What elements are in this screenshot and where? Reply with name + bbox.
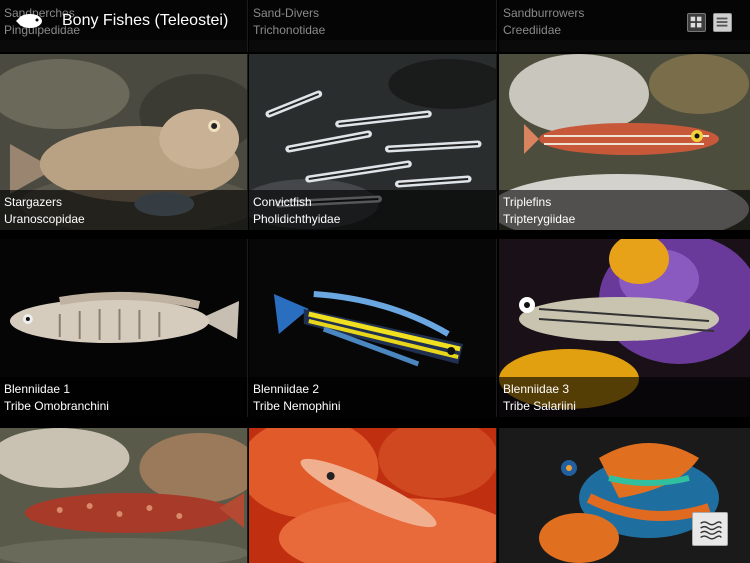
tile-caption: Blenniidae 2 Tribe Nemophini [249, 377, 496, 417]
grid-tile-triplefins[interactable]: Triplefins Tripterygiidae [499, 54, 750, 230]
grid-tile-blenniidae-2[interactable]: Blenniidae 2 Tribe Nemophini [249, 239, 497, 417]
tile-caption: Blenniidae 3 Tribe Salariini [499, 377, 750, 417]
tile-family: Pholidichthyidae [253, 212, 341, 226]
grid-tile-blenniidae-3[interactable]: Blenniidae 3 Tribe Salariini [499, 239, 750, 417]
waves-icon [700, 521, 722, 540]
orange-goby-photo [249, 428, 496, 563]
tile-caption: Triplefins Tripterygiidae [499, 190, 750, 230]
habitat-toggle-button[interactable] [692, 512, 728, 546]
fish-logo-icon [16, 14, 42, 28]
spotted-red-fish-photo [0, 428, 247, 563]
tile-family: Uranoscopidae [4, 212, 85, 226]
grid-tile-convictfish[interactable]: Convictfish Pholidichthyidae [249, 54, 497, 230]
grid-view-button[interactable] [687, 13, 706, 32]
tile-name: Convictfish [253, 195, 312, 209]
grid-tile-stargazers[interactable]: Stargazers Uranoscopidae [0, 54, 248, 230]
tile-family: Tripterygiidae [503, 212, 576, 226]
tile-family: Tribe Nemophini [253, 399, 341, 413]
tile-name: Stargazers [4, 195, 63, 209]
grid-tile-bottom-1[interactable] [0, 428, 248, 563]
tile-family: Tribe Salariini [503, 399, 576, 413]
tile-name: Blenniidae 2 [253, 382, 320, 396]
grid-tile-blenniidae-1[interactable]: Blenniidae 1 Tribe Omobranchini [0, 239, 248, 417]
app-title: Bony Fishes (Teleostei) [62, 12, 229, 29]
tile-name: Blenniidae 1 [4, 382, 71, 396]
tile-name: Triplefins [503, 195, 552, 209]
tile-caption: Stargazers Uranoscopidae [0, 190, 247, 230]
family-grid: Sandperches Pinguipedidae Sand-Divers Tr… [0, 0, 750, 563]
tile-caption: Blenniidae 1 Tribe Omobranchini [0, 377, 247, 417]
list-view-icon [716, 17, 728, 27]
grid-tile-bottom-2[interactable] [249, 428, 497, 563]
grid-view-icon [690, 16, 702, 28]
top-bar: Bony Fishes (Teleostei) [0, 0, 750, 42]
tile-family: Tribe Omobranchini [4, 399, 109, 413]
tile-caption: Convictfish Pholidichthyidae [249, 190, 496, 230]
title-area: Bony Fishes (Teleostei) [0, 0, 248, 42]
list-view-button[interactable] [713, 13, 732, 32]
tile-name: Blenniidae 3 [503, 382, 570, 396]
